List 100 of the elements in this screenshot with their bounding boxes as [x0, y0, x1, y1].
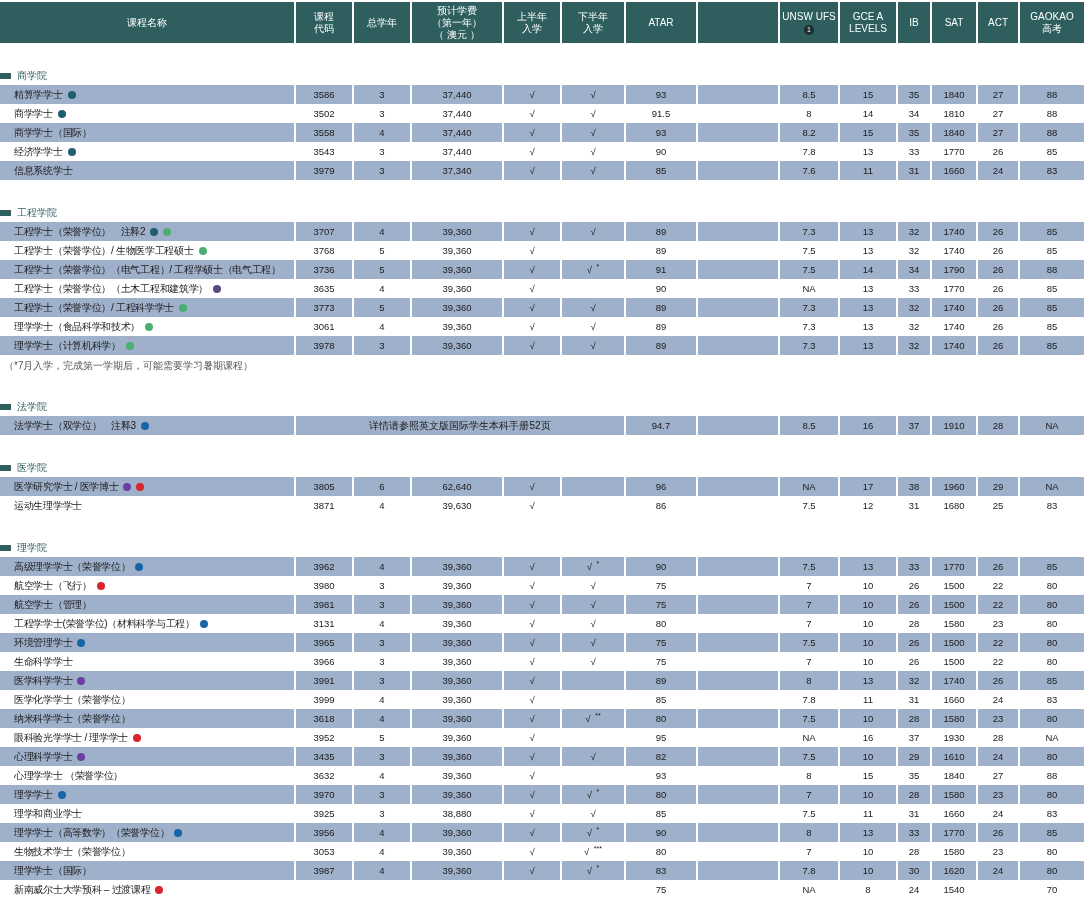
table-cell: √ — [504, 671, 560, 690]
table-cell: 1910 — [932, 416, 976, 435]
table-cell: 7.3 — [780, 298, 838, 317]
table-cell: 24 — [978, 747, 1018, 766]
column-header: 预计学费 — [437, 4, 477, 17]
course-name: 航空学士（管理） — [14, 597, 92, 612]
table-cell: 6 — [354, 477, 410, 496]
table-cell: 85 — [1020, 222, 1084, 241]
table-cell: 1580 — [932, 785, 976, 804]
column-header: IB — [909, 16, 919, 29]
table-cell: 80 — [1020, 785, 1084, 804]
table-cell: 7.5 — [780, 260, 838, 279]
table-cell: 1740 — [932, 671, 976, 690]
course-name: 航空学士（飞行） — [14, 578, 92, 593]
footnote: （*7月入学，完成第一学期后，可能需要学习暑期课程） — [3, 359, 255, 373]
table-cell: 3736 — [296, 260, 352, 279]
course-name: 医学研究学士 / 医学博士 — [14, 479, 119, 494]
table-cell: 39,360 — [412, 557, 502, 576]
table-cell: 93 — [626, 123, 696, 142]
table-cell: 8 — [780, 823, 838, 842]
table-cell: 3558 — [296, 123, 352, 142]
course-name: 工程学士（荣誉学位）（电气工程）/ 工程学硕士（电气工程） — [14, 262, 281, 277]
table-cell: 37,440 — [412, 123, 502, 142]
table-cell: 13 — [840, 298, 896, 317]
table-cell: 39,360 — [412, 823, 502, 842]
table-cell: 8.5 — [780, 416, 838, 435]
course-name: 精算学学士 — [14, 87, 63, 102]
table-cell: 13 — [840, 336, 896, 355]
table-cell: 1790 — [932, 260, 976, 279]
table-cell: 88 — [1020, 260, 1084, 279]
column-header: 入学 — [583, 22, 603, 35]
table-cell: √ — [562, 336, 624, 355]
table-cell: 1740 — [932, 298, 976, 317]
table-cell: 10 — [840, 595, 896, 614]
table-cell: 8.5 — [780, 85, 838, 104]
table-cell: √ — [562, 123, 624, 142]
table-cell: 10 — [840, 633, 896, 652]
course-name: 生物技术学士（荣誉学位） — [14, 844, 131, 859]
table-cell: 28 — [898, 785, 930, 804]
table-cell: NA — [1020, 416, 1084, 435]
table-cell: 1770 — [932, 823, 976, 842]
table-cell: 39,360 — [412, 633, 502, 652]
table-cell: 3805 — [296, 477, 352, 496]
table-cell: 39,360 — [412, 785, 502, 804]
table-cell: 7.5 — [780, 709, 838, 728]
table-cell: 10 — [840, 861, 896, 880]
table-cell: 1660 — [932, 161, 976, 180]
table-cell: 91 — [626, 260, 696, 279]
table-cell: 32 — [898, 671, 930, 690]
table-cell: 30 — [898, 861, 930, 880]
section-title: 法学院 — [17, 400, 47, 414]
course-name: 理学学士 — [14, 787, 53, 802]
table-cell: 80 — [1020, 747, 1084, 766]
table-cell: 37,340 — [412, 161, 502, 180]
table-cell: 3435 — [296, 747, 352, 766]
table-cell: 3987 — [296, 861, 352, 880]
table-cell: √ — [504, 709, 560, 728]
table-cell: 39,360 — [412, 671, 502, 690]
table-cell: 93 — [626, 85, 696, 104]
column-header: ACT — [988, 16, 1008, 29]
table-cell: 3991 — [296, 671, 352, 690]
column-header: 课程 — [314, 10, 334, 23]
course-name: 心理学学士 （荣誉学位） — [14, 768, 124, 783]
table-cell: 80 — [1020, 595, 1084, 614]
table-cell: 96 — [626, 477, 696, 496]
table-cell: 3956 — [296, 823, 352, 842]
table-cell: 33 — [898, 823, 930, 842]
course-name: 工程学学士(荣誉学位)（材料科学与工程） — [14, 616, 195, 631]
column-header: 总学年 — [367, 16, 397, 29]
course-name: 理学学士（食品科学和技术） — [14, 319, 141, 334]
table-cell: 39,360 — [412, 260, 502, 279]
table-cell: 3 — [354, 336, 410, 355]
table-cell: NA — [1020, 477, 1084, 496]
column-header: ATAR — [648, 16, 674, 29]
table-cell: 32 — [898, 336, 930, 355]
table-cell: 85 — [1020, 671, 1084, 690]
column-header: 代码 — [314, 22, 334, 35]
table-cell: 1840 — [932, 85, 976, 104]
course-name: 工程学士（荣誉学位） 注释2 — [14, 224, 146, 239]
table-cell: √ — [504, 823, 560, 842]
table-cell: 26 — [978, 260, 1018, 279]
column-header: 入学 — [522, 22, 542, 35]
table-cell: √ — [562, 298, 624, 317]
column-header: GCE A — [852, 10, 884, 23]
table-cell: 39,360 — [412, 298, 502, 317]
table-cell: 29 — [978, 477, 1018, 496]
table-cell: 89 — [626, 298, 696, 317]
course-name: 高级理学学士（荣誉学位） — [14, 559, 131, 574]
table-cell: 90 — [626, 557, 696, 576]
course-name: 运动生理学学士 — [14, 498, 82, 513]
course-name: 医学科学学士 — [14, 673, 73, 688]
table-cell: 38 — [898, 477, 930, 496]
table-cell: 15 — [840, 85, 896, 104]
table-cell: 4 — [354, 709, 410, 728]
section-title: 理学院 — [17, 541, 47, 555]
table-cell: 14 — [840, 260, 896, 279]
table-cell: 4 — [354, 123, 410, 142]
table-cell: √ $^{**}$ — [562, 709, 624, 728]
table-cell: 1740 — [932, 222, 976, 241]
table-cell: √ — [562, 633, 624, 652]
